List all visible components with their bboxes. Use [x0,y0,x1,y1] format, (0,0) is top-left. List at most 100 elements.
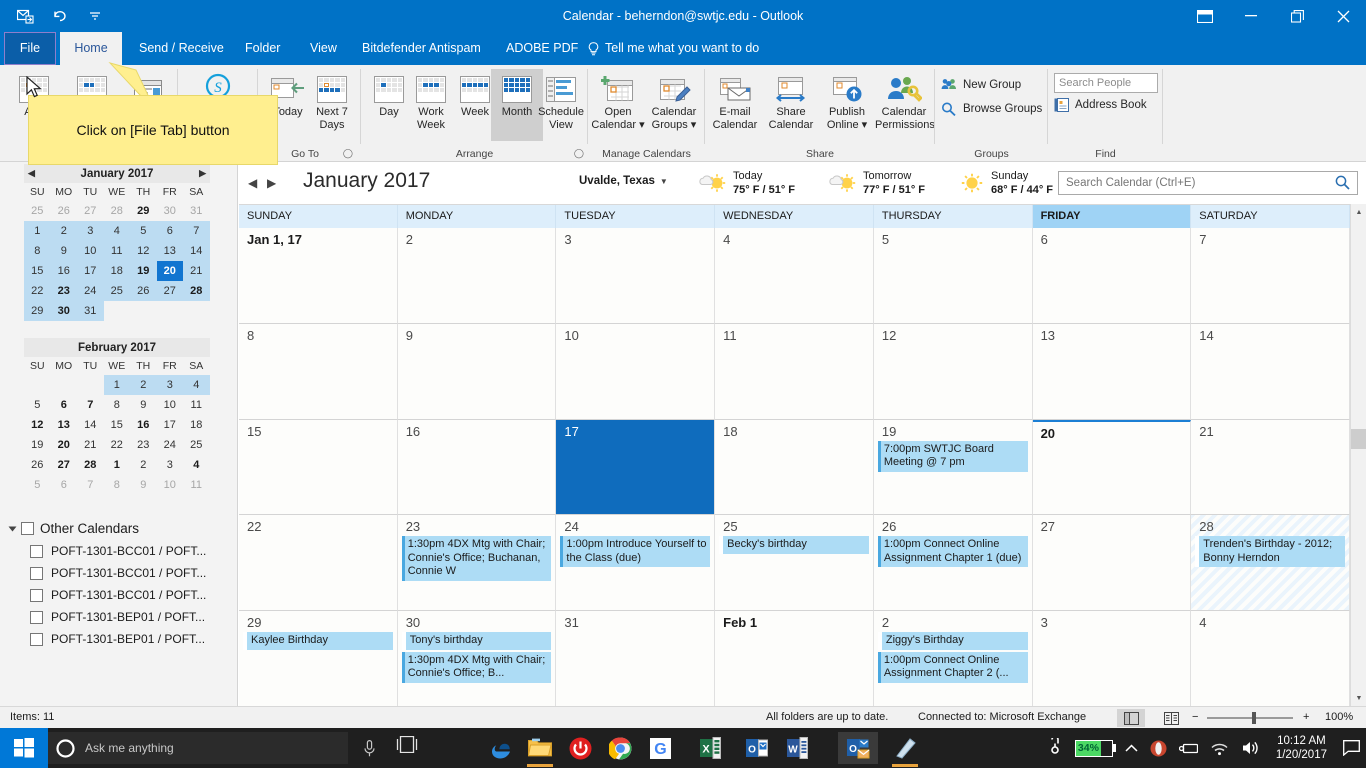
calendar-event[interactable]: 1:00pm Connect Online Assignment Chapter… [877,651,1028,683]
calendar-event[interactable]: 1:30pm 4DX Mtg with Chair; Connie's Offi… [401,651,552,683]
mini-calendar-day[interactable]: 10 [157,475,184,495]
microphone-icon[interactable] [364,739,375,757]
mini-calendar-day[interactable]: 26 [24,455,51,475]
calendar-day-cell[interactable]: 5 [873,228,1033,324]
calendar-event[interactable]: 1:00pm Connect Online Assignment Chapter… [877,536,1028,568]
calendar-day-cell[interactable]: 9 [397,323,557,420]
publish-online-button[interactable]: Publish Online ▾ [819,69,875,141]
search-icon[interactable] [1335,175,1350,195]
calendar-checkbox[interactable] [30,588,43,602]
mini-calendar-day[interactable]: 6 [51,475,78,495]
mini-calendar-day[interactable]: 31 [77,301,104,321]
scrollbar-thumb[interactable] [1351,429,1366,449]
mini-calendar-day[interactable]: 25 [183,435,210,455]
outlook-icon[interactable]: O [737,736,777,760]
mini-calendar-day[interactable]: 25 [103,281,130,301]
calendar-event[interactable]: 7:00pm SWTJC Board Meeting @ 7 pm [877,440,1028,472]
mini-calendar-today[interactable]: 20 [156,261,183,281]
mini-calendar-day[interactable]: 14 [183,241,210,261]
calendar-event[interactable]: 1:30pm 4DX Mtg with Chair; Connie's Offi… [401,536,552,581]
calendar-groups-button[interactable]: Calendar Groups ▾ [646,69,702,141]
other-calendars-checkbox[interactable] [21,522,34,535]
other-calendar-item[interactable]: POFT-1301-BEP01 / POFT... [0,628,238,650]
wifi-icon[interactable] [1204,728,1235,768]
show-hidden-icons-icon[interactable] [1119,728,1144,768]
reading-view-button[interactable] [1157,709,1185,727]
minimize-icon[interactable] [1228,0,1274,32]
calendar-day-cell[interactable]: 16 [397,419,557,516]
power-icon[interactable] [560,736,600,760]
expand-collapse-icon[interactable] [8,526,17,531]
other-calendar-item[interactable]: POFT-1301-BCC01 / POFT... [0,584,238,606]
mini-calendar-day[interactable]: 29 [24,301,51,321]
next-month-button[interactable]: ▶ [267,176,276,190]
restore-icon[interactable] [1274,0,1320,32]
mini-calendar-day[interactable]: 22 [104,435,131,455]
mini-calendar-day[interactable]: 17 [77,261,104,281]
schedule-view-button[interactable]: Schedule View [535,69,587,141]
mini-calendar-day[interactable]: 26 [51,201,78,221]
calendar-day-cell-today[interactable]: 20 [1032,419,1192,516]
calendar-checkbox[interactable] [30,566,43,580]
mini-calendar-day[interactable]: 10 [77,241,104,261]
mini-calendar-day[interactable]: 3 [77,221,104,241]
calendar-permissions-button[interactable]: Calendar Permissions [875,69,935,141]
new-group-button[interactable]: New Group [941,78,1021,91]
mini-calendar-day[interactable]: 12 [130,241,157,261]
open-calendar-button[interactable]: Open Calendar ▾ [590,69,646,141]
calendar-checkbox[interactable] [30,632,43,646]
calendar-day-cell[interactable]: 13 [1032,323,1192,420]
mini-calendar-day[interactable]: 5 [24,395,51,415]
mini-calendar-day[interactable]: 23 [50,281,77,301]
mini-calendar-day[interactable]: 30 [50,301,77,321]
go-to-dialog-launcher[interactable]: ◯ [343,148,353,159]
search-calendar-input[interactable]: Search Calendar (Ctrl+E) [1058,171,1358,195]
mini-calendar-day[interactable]: 8 [24,241,51,261]
scroll-down-button[interactable]: ▼ [1351,690,1366,706]
calendar-event[interactable]: Tony's birthday [401,632,552,650]
mini-calendar-day[interactable]: 7 [77,395,104,415]
mini-calendar-day[interactable]: 2 [50,221,77,241]
zoom-slider[interactable] [1207,712,1293,724]
mini-calendar-day[interactable]: 1 [103,375,130,395]
mini-calendar-day[interactable]: 24 [157,435,184,455]
close-icon[interactable] [1320,0,1366,32]
calendar-day-cell[interactable]: 2 Ziggy's Birthday 1:00pm Connect Online A… [873,611,1033,707]
mini-calendar-day[interactable]: 20 [51,435,78,455]
edge-icon[interactable] [480,736,520,760]
mini-calendar-day[interactable]: 30 [157,201,184,221]
mini-calendar-day[interactable]: 8 [104,395,131,415]
mini-calendar-day[interactable]: 22 [24,281,51,301]
tell-me-box[interactable]: Tell me what you want to do [588,32,759,65]
mini-calendar-day[interactable]: 2 [130,455,157,475]
ribbon-display-options-icon[interactable] [1182,0,1228,32]
mini-calendar-day[interactable]: 28 [104,201,131,221]
mini-calendar-day[interactable]: 7 [77,475,104,495]
other-calendars-header[interactable]: Other Calendars [0,517,238,540]
mini-calendar-day[interactable]: 27 [51,455,78,475]
weather-location-selector[interactable]: Uvalde, Texas ▼ [579,175,668,187]
file-explorer-icon[interactable] [520,736,560,767]
mini-calendar-day[interactable]: 24 [77,281,104,301]
tab-file[interactable]: File [4,32,56,65]
calendar-day-cell[interactable]: 18 [715,419,874,516]
mini-calendar-day[interactable]: 8 [104,475,131,495]
removable-media-icon[interactable] [1173,728,1204,768]
calendar-day-cell[interactable]: 29 Kaylee Birthday [239,611,398,707]
excel-icon[interactable]: X [690,736,730,760]
mini-calendar-day[interactable]: 5 [130,221,157,241]
scroll-up-button[interactable]: ▲ [1351,204,1366,220]
calendar-checkbox[interactable] [30,544,43,558]
mini-calendar-day[interactable]: 16 [50,261,77,281]
calendar-scrollbar[interactable]: ▲ ▼ [1350,204,1366,706]
mini-calendar-day[interactable]: 4 [103,221,130,241]
calendar-day-cell[interactable]: 2 [397,228,557,324]
normal-view-button[interactable] [1117,709,1145,727]
calendar-day-cell[interactable]: 22 [239,515,398,612]
calendar-day-cell[interactable]: 23 1:30pm 4DX Mtg with Chair; Connie's Of… [397,515,557,612]
clock[interactable]: 10:12 AM 1/20/2017 [1266,734,1337,762]
arrange-dialog-launcher[interactable]: ◯ [574,148,584,159]
other-calendar-item[interactable]: POFT-1301-BEP01 / POFT... [0,606,238,628]
calendar-day-cell[interactable]: 24 1:00pm Introduce Yourself to the Class… [556,515,716,612]
mini-calendar-day[interactable]: 3 [157,455,184,475]
